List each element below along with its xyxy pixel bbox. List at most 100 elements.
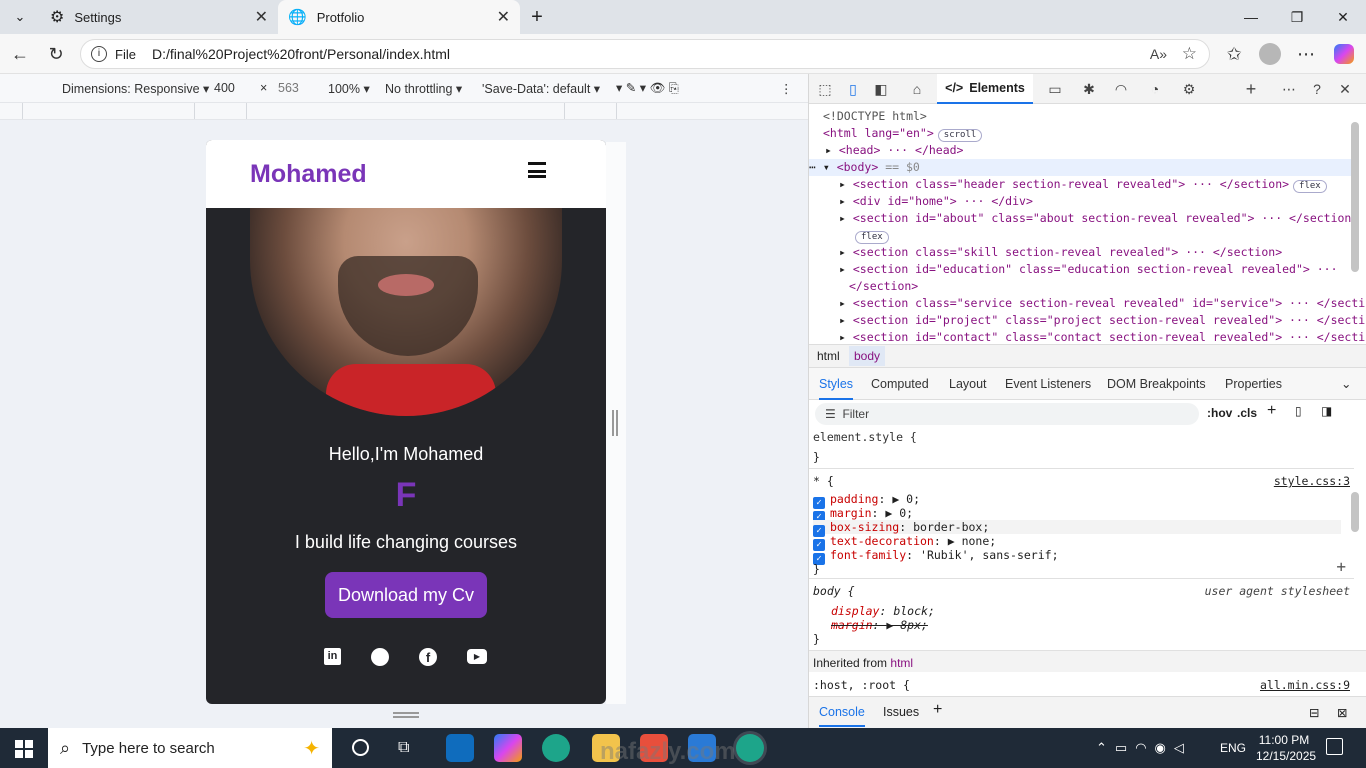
profile-button[interactable] xyxy=(1256,40,1284,68)
favorites-button[interactable]: ✩ xyxy=(1220,40,1248,68)
close-tab-icon[interactable]: ✕ xyxy=(497,7,510,27)
element-style-rule[interactable]: element.style { xyxy=(813,430,917,444)
read-aloud-icon[interactable]: A» xyxy=(1150,46,1167,62)
bug-icon[interactable]: ✱ xyxy=(1079,79,1099,99)
copilot-app-icon[interactable] xyxy=(494,734,522,762)
github-icon[interactable] xyxy=(371,648,389,666)
height-input[interactable]: 563 xyxy=(278,81,299,95)
volume-icon[interactable]: ◁ xyxy=(1174,740,1192,755)
more-dots-icon[interactable]: ⋮ xyxy=(780,81,793,96)
resize-handle-right[interactable] xyxy=(612,410,618,436)
performance-icon[interactable]: ◔ xyxy=(1145,79,1165,99)
outlook-icon[interactable] xyxy=(446,734,474,762)
more-menu-button[interactable]: ⋯ xyxy=(1292,40,1320,68)
more-options-icon[interactable]: ▾ ✎ ▾ 👁 ⎘ xyxy=(616,80,679,96)
new-rule-icon[interactable]: + xyxy=(1267,402,1276,420)
dock-side-icon[interactable]: ◧ xyxy=(871,79,891,99)
width-input[interactable]: 400 xyxy=(214,81,254,95)
dimensions-select[interactable]: Dimensions: Responsive ▾ xyxy=(62,81,209,96)
settings-gear-icon[interactable]: ⚙ xyxy=(1179,79,1199,99)
tab-actions-button[interactable]: ⌄ xyxy=(0,0,40,34)
notification-icon[interactable] xyxy=(1326,738,1343,755)
help-icon[interactable]: ? xyxy=(1307,79,1327,99)
clock[interactable]: 11:00 PM 12/15/2025 xyxy=(1256,732,1316,764)
close-window-button[interactable]: ✕ xyxy=(1320,0,1366,34)
paint-icon[interactable]: ▯ xyxy=(1295,404,1302,418)
dock-drawer-icon[interactable]: ⊟ xyxy=(1309,705,1319,720)
styles-scrollbar[interactable] xyxy=(1351,492,1359,532)
css-property[interactable]: ✓ font-family: 'Rubik', sans-serif; xyxy=(813,548,1059,565)
more-dots-icon[interactable]: ⋯ xyxy=(1279,79,1299,99)
dom-doctype[interactable]: <!DOCTYPE html> xyxy=(823,108,927,125)
windows-start-icon[interactable] xyxy=(15,740,33,758)
close-drawer-icon[interactable]: ⊠ xyxy=(1337,705,1347,720)
star-selector[interactable]: * { xyxy=(813,474,834,488)
mic-icon[interactable]: ◉ xyxy=(1155,740,1174,755)
maximize-button[interactable]: ❐ xyxy=(1274,0,1320,34)
close-tab-icon[interactable]: ✕ xyxy=(255,7,268,27)
address-bar[interactable]: i File D:/final%20Project%20front/Person… xyxy=(80,39,1210,69)
minimize-button[interactable]: — xyxy=(1228,0,1274,34)
css-property[interactable]: ✓ padding: ▶ 0; xyxy=(813,492,920,509)
dom-child-node[interactable]: ▸ <section id="about" class="about secti… xyxy=(839,210,1358,227)
add-drawer-tab-icon[interactable]: + xyxy=(933,701,942,719)
dom-html-node[interactable]: <html lang="en"> scroll xyxy=(823,125,983,142)
new-tab-button[interactable]: + xyxy=(522,0,552,34)
inspect-icon[interactable]: ⬚ xyxy=(815,79,835,99)
refresh-button[interactable]: ↻ xyxy=(42,40,70,68)
breadcrumb-body[interactable]: body xyxy=(849,346,886,366)
hamburger-menu-icon[interactable] xyxy=(528,162,546,178)
home-icon[interactable]: ⌂ xyxy=(907,79,927,99)
css-property[interactable]: ✓ box-sizing: border-box; xyxy=(813,520,1341,537)
sidebar-toggle-icon[interactable]: ◨ xyxy=(1321,404,1332,418)
hov-toggle[interactable]: :hov xyxy=(1207,406,1232,420)
tab-settings[interactable]: ⚙ Settings ✕ xyxy=(40,0,278,34)
tab-elements[interactable]: </> Elements xyxy=(937,74,1033,104)
taskbar-search[interactable]: ⌕ Type here to search ✦ xyxy=(48,728,332,768)
youtube-icon[interactable]: ▶ xyxy=(467,649,487,664)
add-property-icon[interactable]: + xyxy=(1336,559,1346,575)
tab-computed[interactable]: Computed xyxy=(871,368,929,400)
cortana-icon[interactable] xyxy=(352,739,369,756)
back-button[interactable]: ← xyxy=(6,40,34,68)
tab-dom-breakpoints[interactable]: DOM Breakpoints xyxy=(1107,368,1206,400)
dom-scrollbar[interactable] xyxy=(1351,122,1359,272)
download-cv-button[interactable]: Download my Cv xyxy=(325,572,487,618)
tab-console[interactable]: Console xyxy=(819,697,865,727)
linkedin-icon[interactable]: in xyxy=(324,648,341,665)
zoom-select[interactable]: 100% ▾ xyxy=(328,81,370,96)
host-selector[interactable]: :host, :root { xyxy=(813,678,910,692)
tab-styles[interactable]: Styles xyxy=(819,368,854,400)
edge-icon[interactable] xyxy=(542,734,570,762)
media-query-ruler[interactable] xyxy=(0,102,808,120)
css-property[interactable]: ✓ margin: ▶ 0; xyxy=(813,506,913,523)
wifi-icon[interactable]: ◠ xyxy=(1135,740,1154,755)
tab-properties[interactable]: Properties xyxy=(1225,368,1282,400)
tab-portfolio[interactable]: 🌐 Protfolio ✕ xyxy=(278,0,520,34)
cls-toggle[interactable]: .cls xyxy=(1237,406,1257,420)
resize-handle-bottom[interactable] xyxy=(393,712,419,718)
device-emulation-icon[interactable]: ▯ xyxy=(843,79,863,99)
favorite-star-icon[interactable]: ☆ xyxy=(1182,44,1197,64)
dom-body-node[interactable]: ⋯ ▾ <body> == $0 xyxy=(809,159,1354,176)
host-source-link[interactable]: all.min.css:9 xyxy=(1260,678,1350,692)
dom-child-node[interactable]: ▸ <section id="education" class="educati… xyxy=(839,261,1338,278)
edge-active-icon[interactable] xyxy=(736,734,764,762)
throttling-select[interactable]: No throttling ▾ xyxy=(385,81,462,96)
dom-child-node[interactable]: ▸ <section class="service section-reveal… xyxy=(839,295,1366,312)
console-icon[interactable]: ▭ xyxy=(1045,79,1065,99)
tab-issues[interactable]: Issues xyxy=(883,697,919,727)
battery-icon[interactable]: ▭ xyxy=(1115,740,1135,755)
brand-logo[interactable]: Mohamed xyxy=(250,160,367,189)
chevron-down-icon[interactable]: ⌄ xyxy=(1341,368,1351,400)
dom-child-node[interactable]: ▸ <section class="header section-reveal … xyxy=(839,176,1327,193)
dom-child-node[interactable]: ▸ <section class="skill section-reveal r… xyxy=(839,244,1282,261)
facebook-icon[interactable]: f xyxy=(419,648,437,666)
dom-child-node[interactable]: ▸ <section id="contact" class="contact s… xyxy=(839,329,1366,343)
copilot-button[interactable] xyxy=(1330,40,1358,68)
chevron-up-icon[interactable]: ⌃ xyxy=(1096,740,1115,755)
dom-child-node[interactable]: ▸ <section id="project" class="project s… xyxy=(839,312,1366,329)
close-devtools-icon[interactable]: ✕ xyxy=(1335,79,1355,99)
star-source-link[interactable]: style.css:3 xyxy=(1274,474,1350,488)
breadcrumb-html[interactable]: html xyxy=(817,349,840,363)
